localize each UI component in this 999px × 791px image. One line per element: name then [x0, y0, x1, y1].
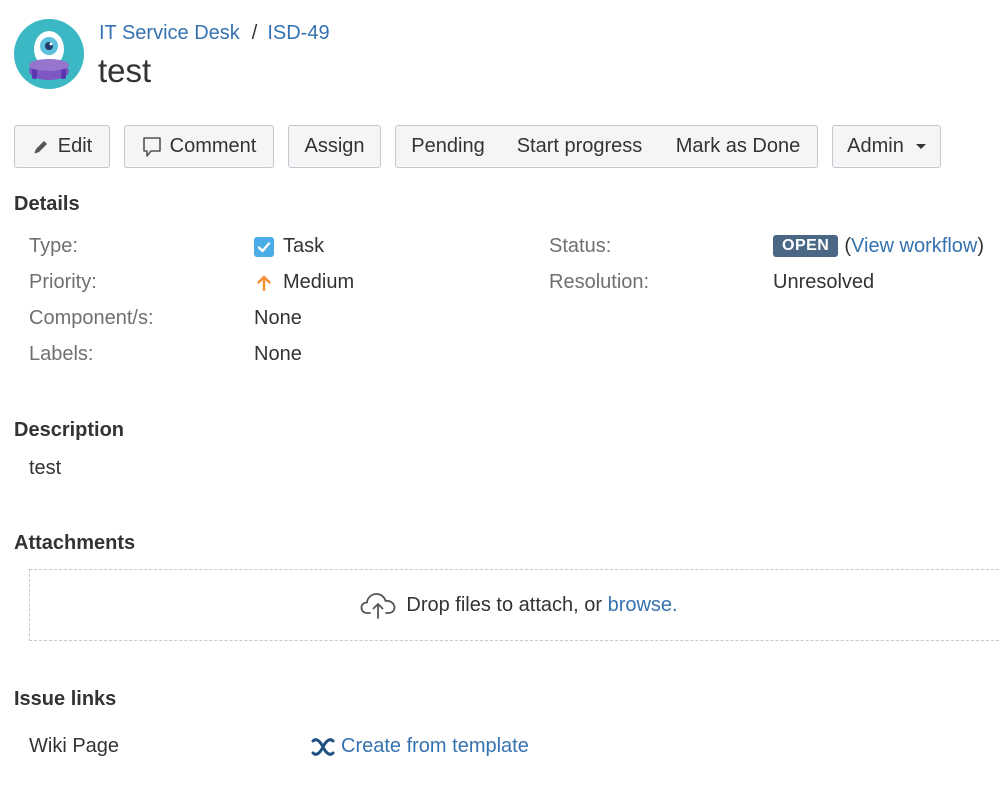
project-avatar — [14, 19, 84, 89]
create-from-template-label: Create from template — [341, 735, 529, 757]
task-icon — [254, 236, 274, 257]
status-label: Status: — [549, 235, 612, 257]
assign-button-label: Assign — [304, 135, 365, 157]
start-progress-button-label: Start progress — [516, 135, 643, 157]
admin-button-label: Admin — [847, 135, 904, 157]
priority-label: Priority: — [29, 271, 97, 293]
comment-button-label: Comment — [169, 135, 257, 157]
page-title: test — [98, 52, 152, 89]
chevron-down-icon — [915, 144, 926, 149]
priority-value-text: Medium — [283, 271, 355, 293]
mark-as-done-button-label: Mark as Done — [675, 135, 801, 157]
description-heading: Description — [14, 419, 125, 441]
labels-value: None — [254, 343, 302, 365]
admin-dropdown-button[interactable]: Admin — [832, 125, 941, 168]
components-label: Component/s: — [29, 307, 154, 329]
breadcrumb-project-link[interactable]: IT Service Desk — [99, 22, 240, 44]
browse-link[interactable]: browse. — [608, 594, 678, 617]
status-value: OPEN (View workflow) — [773, 235, 984, 258]
paren-close: ) — [977, 235, 985, 257]
pencil-icon — [34, 140, 47, 153]
status-badge: OPEN — [773, 235, 839, 257]
breadcrumb-separator: / — [251, 22, 258, 44]
breadcrumb: IT Service Desk / ISD-49 — [99, 22, 330, 45]
details-heading: Details — [14, 193, 80, 215]
priority-value: Medium — [254, 271, 354, 294]
components-value: None — [254, 307, 302, 329]
pending-button-label: Pending — [411, 135, 485, 157]
edit-button[interactable]: Edit — [14, 125, 110, 168]
resolution-value: Unresolved — [773, 271, 875, 293]
confluence-icon — [311, 737, 335, 756]
attachments-heading: Attachments — [14, 532, 136, 554]
mark-as-done-button[interactable]: Mark as Done — [659, 125, 818, 168]
arrow-up-icon — [257, 275, 271, 291]
attachment-dropzone[interactable]: Drop files to attach, or browse. — [29, 569, 999, 641]
drop-files-text: Drop files to attach, or — [406, 593, 608, 616]
start-progress-button[interactable]: Start progress — [500, 125, 660, 168]
type-value: Task — [254, 235, 324, 258]
type-value-text: Task — [283, 235, 325, 257]
type-label: Type: — [29, 235, 78, 257]
labels-label: Labels: — [29, 343, 94, 365]
resolution-label: Resolution: — [549, 271, 650, 293]
description-text: test — [29, 457, 62, 479]
comment-button[interactable]: Comment — [124, 125, 274, 168]
wiki-page-label: Wiki Page — [29, 735, 120, 757]
comment-icon — [142, 136, 161, 157]
edit-button-label: Edit — [57, 135, 93, 157]
breadcrumb-issue-key-link[interactable]: ISD-49 — [267, 22, 329, 44]
cloud-upload-icon — [360, 593, 396, 619]
issue-links-heading: Issue links — [14, 688, 117, 710]
view-workflow-link[interactable]: View workflow — [851, 235, 977, 257]
paren-open: ( — [844, 235, 852, 257]
pending-button[interactable]: Pending — [395, 125, 501, 168]
assign-button[interactable]: Assign — [288, 125, 381, 168]
create-from-template-link[interactable]: Create from template — [311, 735, 529, 758]
